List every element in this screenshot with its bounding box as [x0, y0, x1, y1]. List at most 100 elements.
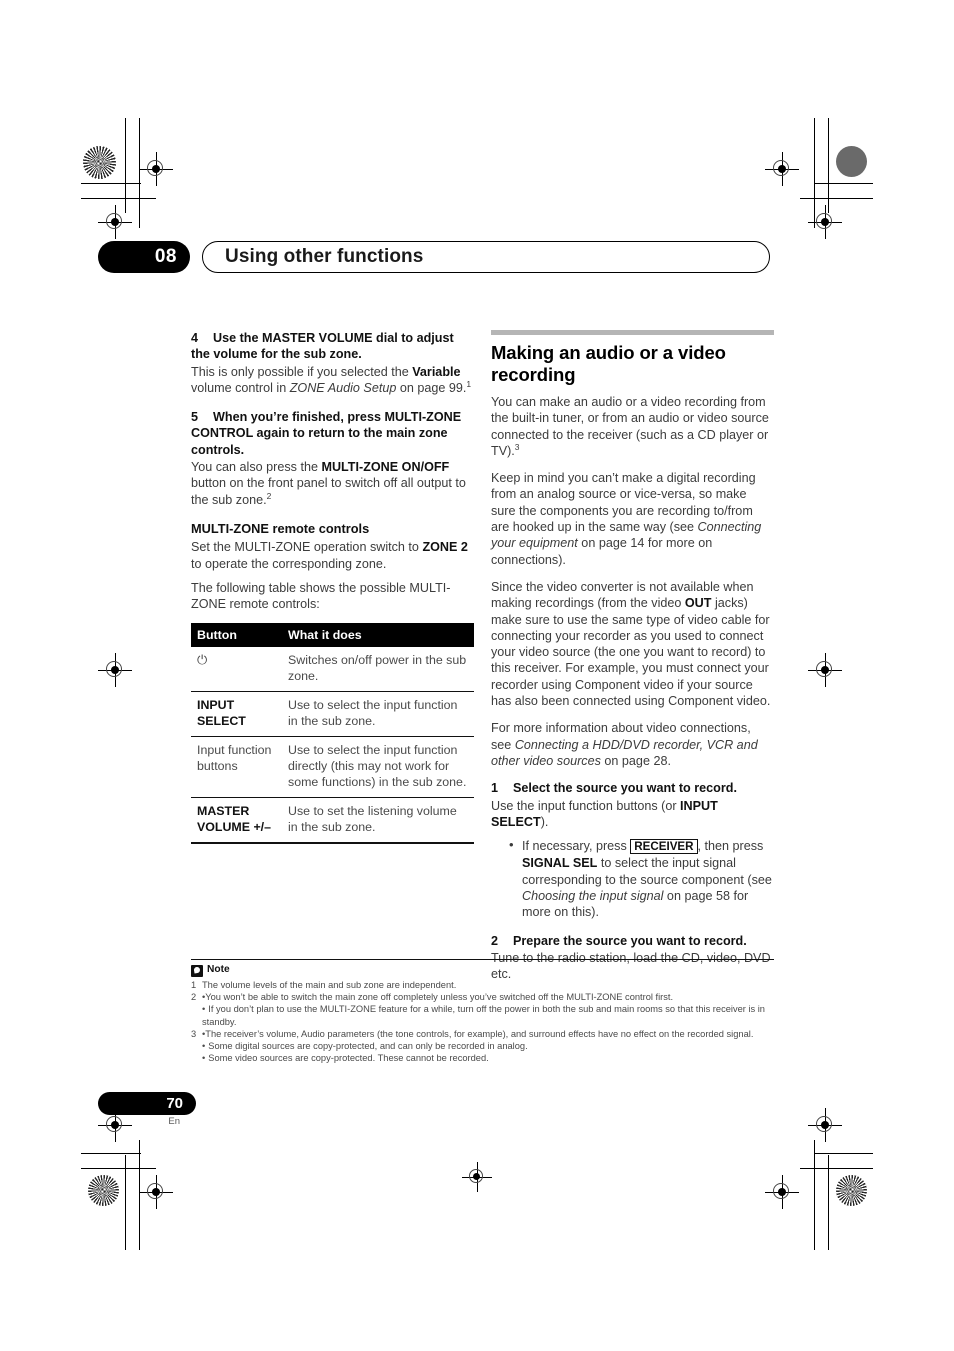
left-column: 4 Use the MASTER VOLUME dial to adjust th… — [191, 330, 474, 845]
step-5-body-1: You can also press the — [191, 460, 322, 475]
step-4-body: This is only possible if you selected th… — [191, 364, 474, 397]
step-1-bullet-list: If necessary, press RECEIVER, then press… — [491, 837, 774, 920]
note-text: The volume levels of the main and sub zo… — [202, 979, 457, 990]
footnote-ref-3: 3 — [514, 441, 520, 452]
note-item: 2 •You won’t be able to switch the main … — [191, 991, 774, 1003]
step-4-heading-text: Use the MASTER VOLUME dial to adjust the… — [191, 331, 454, 362]
crop-mark-bottom-right-h2 — [800, 1168, 873, 1169]
table-cell-button: MASTER VOLUME +/– — [191, 797, 280, 845]
recording-para-4b: on page 28. — [600, 753, 671, 768]
table-cell-button: ⏻ — [191, 647, 280, 693]
chapter-header: 08 Using other functions — [98, 241, 770, 273]
step-1-bold-signal-sel: SIGNAL SEL — [522, 856, 598, 871]
registration-mark-bottom-left — [139, 1175, 173, 1209]
recording-para-1: You can make an audio or a video recordi… — [491, 394, 774, 459]
step-5-number: 5 — [191, 410, 199, 425]
note-line: Some digital sources are copy-protected,… — [208, 1041, 528, 1052]
recording-para-1-text: You can make an audio or a video recordi… — [491, 395, 769, 458]
step-4-bold-variable: Variable — [412, 364, 461, 379]
remote-controls-para-1: Set the MULTI-ZONE operation switch to Z… — [191, 539, 474, 572]
note-item: 1 The volume levels of the main and sub … — [191, 979, 774, 991]
step-2-number: 2 — [491, 933, 499, 948]
note-bullet: • — [202, 1004, 206, 1015]
list-item: If necessary, press RECEIVER, then press… — [509, 837, 774, 920]
table-cell-button: Input function buttons — [191, 736, 280, 799]
registration-mark-top-left — [139, 152, 173, 186]
step-1-italic-choosing-input-signal: Choosing the input signal — [522, 889, 664, 904]
step-2-heading-text: Prepare the source you want to record. — [513, 933, 747, 948]
registration-mark-left-upper — [98, 205, 132, 239]
table-cell-description: Use to select the input function in the … — [280, 691, 474, 738]
crop-mark-top-left-h2 — [81, 198, 156, 199]
registration-mark-left-middle — [98, 653, 132, 687]
footnote-ref-2: 2 — [266, 490, 272, 501]
recording-para-4: For more information about video connect… — [491, 720, 774, 769]
note-bullet: • — [202, 1041, 206, 1052]
fold-mark-bottom-center — [462, 1162, 492, 1192]
step-4-body-1: This is only possible if you selected th… — [191, 364, 413, 379]
crop-mark-bottom-right-v2 — [828, 1155, 829, 1250]
note-bullet: • — [202, 1053, 206, 1064]
footnote-ref-1: 1 — [466, 378, 472, 389]
section-rule — [491, 330, 774, 335]
crop-mark-bottom-left-h1 — [81, 1153, 141, 1154]
table-cell-description: Switches on/off power in the sub zone. — [280, 647, 474, 693]
note-number: 3 — [191, 1028, 197, 1039]
step-4-heading: 4 Use the MASTER VOLUME dial to adjust th… — [191, 330, 474, 363]
remote-controls-para-2: The following table shows the possible M… — [191, 580, 451, 612]
crop-mark-top-left-h1 — [81, 183, 141, 184]
recording-para-3: Since the video converter is not availab… — [491, 579, 774, 709]
step-5-heading: 5 When you’re finished, press MULTI-ZONE … — [191, 409, 474, 458]
table-header-button: Button — [191, 623, 280, 648]
remote-controls-subhead: MULTI-ZONE remote controls — [191, 520, 370, 536]
registration-mark-right-middle — [808, 653, 842, 687]
note-text: •You won’t be able to switch the main zo… — [202, 991, 774, 1003]
remote-para-bold-zone2: ZONE 2 — [422, 540, 468, 555]
registration-mark-right-lower — [808, 1108, 842, 1142]
registration-halftone-bottom-right — [836, 1175, 867, 1206]
step-5-body-2: button on the front panel to switch off … — [191, 476, 466, 507]
step-1-body: Use the input function buttons (or INPUT… — [491, 798, 774, 831]
note-heading-text: Note — [207, 964, 230, 976]
registration-dot-top-right — [836, 146, 867, 177]
note-line: The receiver’s volume, Audio parameters … — [205, 1028, 754, 1039]
note-item: 3 •The receiver’s volume, Audio paramete… — [191, 1028, 774, 1040]
step-1-heading: 1 Select the source you want to record. — [491, 780, 774, 796]
step-1-body-2: ). — [540, 814, 549, 829]
notes-divider — [191, 959, 774, 961]
table-row: Input function buttons Use to select the… — [191, 736, 474, 799]
recording-para-3b: jacks) make sure to use the same type of… — [491, 596, 771, 709]
table-header-what-it-does: What it does — [280, 623, 474, 648]
table-row: INPUT SELECT Use to select the input fun… — [191, 691, 474, 738]
registration-mark-top-right — [765, 152, 799, 186]
note-line: You won’t be able to switch the main zon… — [205, 991, 674, 1002]
multizone-controls-table: Button What it does ⏻ Switches on/off po… — [191, 623, 474, 845]
notes-section: Note 1 The volume levels of the main and… — [191, 959, 774, 1065]
crop-mark-top-right-h2 — [800, 198, 873, 199]
table-row: MASTER VOLUME +/– Use to set the listeni… — [191, 797, 474, 845]
note-icon — [191, 964, 203, 977]
registration-mark-bottom-right — [765, 1175, 799, 1209]
note-subline: • Some digital sources are copy-protected… — [191, 1040, 774, 1052]
step-4-body-2: volume control in — [191, 380, 290, 395]
table-header-row: Button What it does — [191, 623, 474, 648]
page-title: Using other functions — [202, 241, 770, 273]
note-heading: Note — [191, 964, 774, 977]
registration-halftone-top-left — [83, 146, 116, 179]
step-2-heading: 2 Prepare the source you want to record. — [491, 933, 774, 949]
step-5-heading-text: When you’re finished, press MULTI-ZONE C… — [191, 410, 462, 457]
page-number-badge: 70 — [98, 1092, 196, 1115]
table-cell-button: INPUT SELECT — [191, 691, 280, 738]
step-1-bullet-1b: , then press — [697, 839, 764, 854]
receiver-keycap: RECEIVER — [630, 839, 698, 855]
power-icon: ⏻ — [197, 652, 208, 668]
remote-para-1a: Set the MULTI-ZONE operation switch to — [191, 540, 423, 555]
step-1-heading-text: Select the source you want to record. — [513, 781, 737, 796]
table-cell-description: Use to select the input function directl… — [280, 736, 474, 799]
step-1-number: 1 — [491, 781, 499, 796]
note-line: Some video sources are copy-protected. T… — [208, 1053, 489, 1064]
step-5-bold-multizone-onoff: MULTI-ZONE ON/OFF — [321, 460, 450, 475]
table-cell-description: Use to set the listening volume in the s… — [280, 797, 474, 845]
note-line: If you don’t plan to use the MULTI-ZONE … — [202, 1004, 765, 1027]
note-subline: • Some video sources are copy-protected. … — [191, 1052, 774, 1064]
